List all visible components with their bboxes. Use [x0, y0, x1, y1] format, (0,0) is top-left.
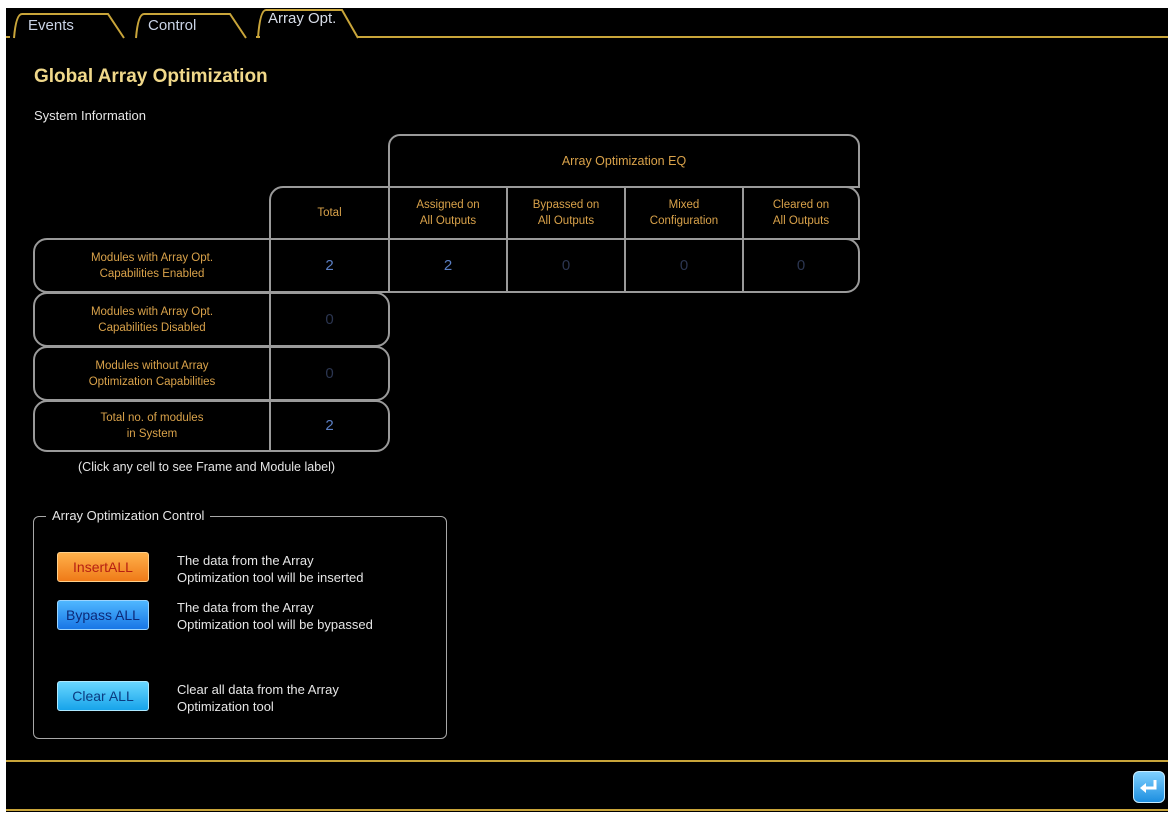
bypass-all-description: The data from the Array Optimization too… [177, 600, 373, 632]
tab-events[interactable]: Events [12, 12, 128, 39]
tab-baseline [6, 36, 10, 38]
group-legend: Array Optimization Control [46, 508, 211, 523]
tab-control[interactable]: Control [134, 12, 250, 39]
tab-bar: Events Control Array Opt. [6, 8, 1168, 40]
app-window: Events Control Array Opt. Global Array O… [6, 8, 1168, 812]
column-header-cleared: Cleared on All Outputs [742, 186, 860, 240]
row-header-total-modules: Total no. of modules in System [33, 400, 271, 452]
tab-array-opt[interactable]: Array Opt. [254, 8, 360, 39]
cell-enabled-mixed[interactable]: 0 [624, 238, 744, 293]
row-header-enabled: Modules with Array Opt. Capabilities Ena… [33, 238, 271, 293]
cell-without-total[interactable]: 0 [269, 346, 390, 401]
row-header-without: Modules without Array Optimization Capab… [33, 346, 271, 401]
section-subtitle: System Information [34, 108, 146, 123]
enter-return-button[interactable] [1133, 771, 1165, 803]
column-header-mixed: Mixed Configuration [624, 186, 744, 240]
enter-return-icon [1140, 780, 1157, 793]
tab-label: Events [28, 17, 74, 34]
insert-all-description: The data from the Array Optimization too… [177, 553, 364, 585]
clear-all-description: Clear all data from the Array Optimizati… [177, 682, 339, 714]
tab-baseline [358, 36, 1168, 38]
column-header-assigned: Assigned on All Outputs [388, 186, 508, 240]
page-title: Global Array Optimization [34, 66, 268, 87]
array-optimization-control-group: Array Optimization Control InsertALL The… [33, 508, 447, 739]
cell-total-modules[interactable]: 2 [269, 400, 390, 452]
tab-label: Array Opt. [268, 10, 337, 27]
column-header-total: Total [269, 186, 390, 240]
bypass-all-button[interactable]: Bypass ALL [57, 600, 149, 630]
clear-all-button[interactable]: Clear ALL [57, 681, 149, 711]
cell-enabled-bypassed[interactable]: 0 [506, 238, 626, 293]
cell-disabled-total[interactable]: 0 [269, 292, 390, 347]
row-header-disabled: Modules with Array Opt. Capabilities Dis… [33, 292, 271, 347]
footer-divider [6, 760, 1168, 762]
tab-label: Control [148, 17, 197, 34]
group-header: Array Optimization EQ [388, 134, 860, 188]
cell-enabled-cleared[interactable]: 0 [742, 238, 860, 293]
footer-divider [6, 809, 1168, 811]
column-header-bypassed: Bypassed on All Outputs [506, 186, 626, 240]
table-hint: (Click any cell to see Frame and Module … [78, 460, 336, 474]
insert-all-button[interactable]: InsertALL [57, 552, 149, 582]
cell-enabled-assigned[interactable]: 2 [388, 238, 508, 293]
cell-enabled-total[interactable]: 2 [269, 238, 390, 293]
